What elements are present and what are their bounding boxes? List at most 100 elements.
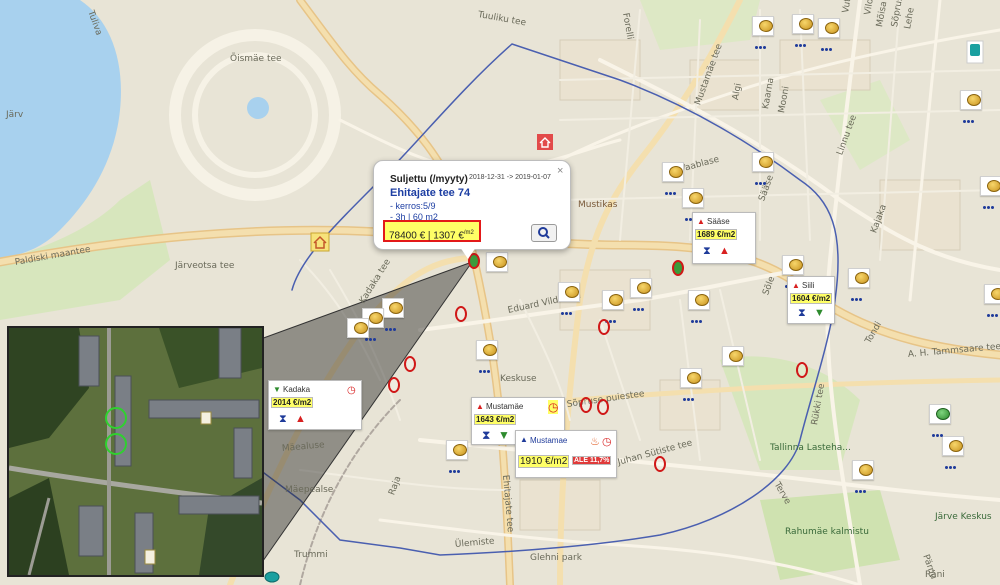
coin-icon (936, 408, 950, 420)
rooms-info: - 3h | 60 m2 (390, 212, 438, 220)
property-pin[interactable] (958, 90, 984, 123)
poi-label: Järve Keskus (935, 512, 992, 522)
euro-pin[interactable] (345, 318, 371, 350)
property-pin[interactable] (750, 152, 776, 185)
lock-icon[interactable] (966, 40, 984, 64)
poi-label: Mustikas (578, 200, 618, 210)
coin-icon (759, 20, 773, 32)
area-price: 1910 €/m2 (518, 455, 570, 468)
coin-stack-icon[interactable] (264, 570, 280, 585)
coin-icon (689, 192, 703, 204)
coin-icon (987, 180, 1000, 192)
street-label: Mäepealse (285, 485, 334, 495)
poi-label: Glehni park (530, 553, 582, 563)
trend-up-icon: ▲ (719, 245, 730, 257)
sold-property-marker[interactable] (388, 377, 400, 393)
price-value: 78400 € | 1307 € (389, 230, 464, 242)
hourglass-icon: ⧗ (703, 245, 711, 257)
area-name: Siili (802, 281, 815, 290)
sold-property-marker[interactable] (598, 319, 610, 335)
sold-property-marker[interactable] (455, 306, 467, 322)
property-pin[interactable] (927, 404, 953, 437)
coin-icon (637, 282, 651, 294)
euro-icon (729, 350, 743, 362)
zoom-button[interactable] (531, 224, 557, 242)
poi-label: Rahumäe kalmistu (785, 527, 869, 537)
sold-property-marker[interactable] (404, 356, 416, 372)
property-pin[interactable] (474, 340, 500, 373)
floor-info: - kerros:5/9 (390, 201, 436, 211)
area-name: Mustamae (530, 436, 568, 445)
home-icon[interactable] (310, 232, 330, 252)
coin-icon (789, 259, 803, 271)
price-box: 78400 € | 1307 €/m2 (383, 220, 481, 242)
area-price-box-siili[interactable]: ▲ Siili 1604 €/m2 ⧗ ▼ (787, 276, 835, 324)
hourglass-icon: ⧗ (798, 307, 806, 319)
property-pin[interactable] (444, 440, 470, 473)
sold-property-marker[interactable] (597, 399, 609, 415)
clock-icon: ◷ (548, 400, 559, 414)
clock-icon: ◷ (347, 385, 356, 396)
area-price-box-saase[interactable]: ▲ Sääse 1689 €/m2 ⧗ ▲ (692, 212, 756, 264)
street-label: Keskuse (500, 374, 537, 384)
coin-icon (949, 440, 963, 452)
area-name: Sääse (707, 217, 730, 226)
sold-property-marker[interactable] (654, 456, 666, 472)
coin-icon (799, 18, 813, 30)
sold-property-marker[interactable] (796, 362, 808, 378)
coin-icon (859, 464, 873, 476)
coin-icon (687, 372, 701, 384)
coin-icon (759, 156, 773, 168)
euro-icon (354, 322, 368, 334)
magnifier-icon (538, 227, 550, 239)
property-pin[interactable] (850, 460, 876, 493)
property-pin[interactable] (846, 268, 872, 301)
euro-pin[interactable] (720, 346, 746, 378)
clock-icon: ◷ (602, 436, 612, 448)
euro-pin[interactable] (484, 252, 510, 284)
sale-status: Suljettu (/myyty) (390, 174, 468, 185)
property-pin[interactable] (940, 436, 966, 469)
property-pin[interactable] (600, 290, 626, 323)
home-icon[interactable] (537, 134, 553, 150)
map-view[interactable]: Paldiski maantee Järveotsa tee Õismäe te… (0, 0, 1000, 585)
property-pin[interactable] (978, 176, 1000, 209)
sold-property-marker[interactable] (580, 397, 592, 413)
coin-icon (609, 294, 623, 306)
coin-icon (483, 344, 497, 356)
street-label: Räni (925, 570, 945, 580)
area-price: 1643 €/m2 (474, 414, 517, 425)
property-pin[interactable] (678, 368, 704, 401)
euro-icon (493, 256, 507, 268)
area-price-box-kadaka[interactable]: ▼ Kadaka 2014 €/m2 ◷ ⧗ ▲ (268, 380, 362, 430)
trend-down-icon: ▼ (498, 428, 510, 442)
property-pin[interactable] (556, 282, 582, 315)
property-address: Ehitajate tee 74 (390, 187, 471, 199)
hourglass-icon: ⧗ (279, 413, 287, 425)
property-popup: Suljettu (/myyty) 2018-12-31 -> 2019-01-… (373, 160, 571, 259)
property-pin[interactable] (686, 290, 712, 323)
coin-icon (369, 312, 383, 324)
hourglass-icon: ⧗ (482, 428, 491, 442)
trend-down-icon: ▼ (814, 307, 825, 319)
area-price-box-mustamae-2[interactable]: ▲ Mustamae 1910 €/m2 ALE 11,7% ♨ ◷ (515, 430, 617, 478)
area-price: 1604 €/m2 (790, 293, 833, 304)
popup-tail (460, 247, 476, 259)
property-pin[interactable] (750, 16, 776, 49)
coin-icon (825, 22, 839, 34)
coin-icon (991, 288, 1000, 300)
area-name: Kadaka (283, 385, 311, 394)
sold-property-marker[interactable] (672, 260, 684, 276)
street-label: Järveotsa tee (175, 261, 235, 271)
close-icon[interactable]: × (557, 165, 563, 177)
property-pin[interactable] (816, 18, 842, 51)
price-unit: /m2 (463, 230, 474, 236)
aerial-photo-inset (7, 326, 264, 577)
date-range: 2018-12-31 -> 2019-01-07 (469, 174, 551, 181)
property-pin[interactable] (790, 14, 816, 47)
coin-icon (695, 294, 709, 306)
street-label: Õismäe tee (230, 54, 282, 64)
property-pin[interactable] (628, 278, 654, 311)
property-pin[interactable] (982, 284, 1000, 317)
aerial-photo (9, 328, 262, 575)
